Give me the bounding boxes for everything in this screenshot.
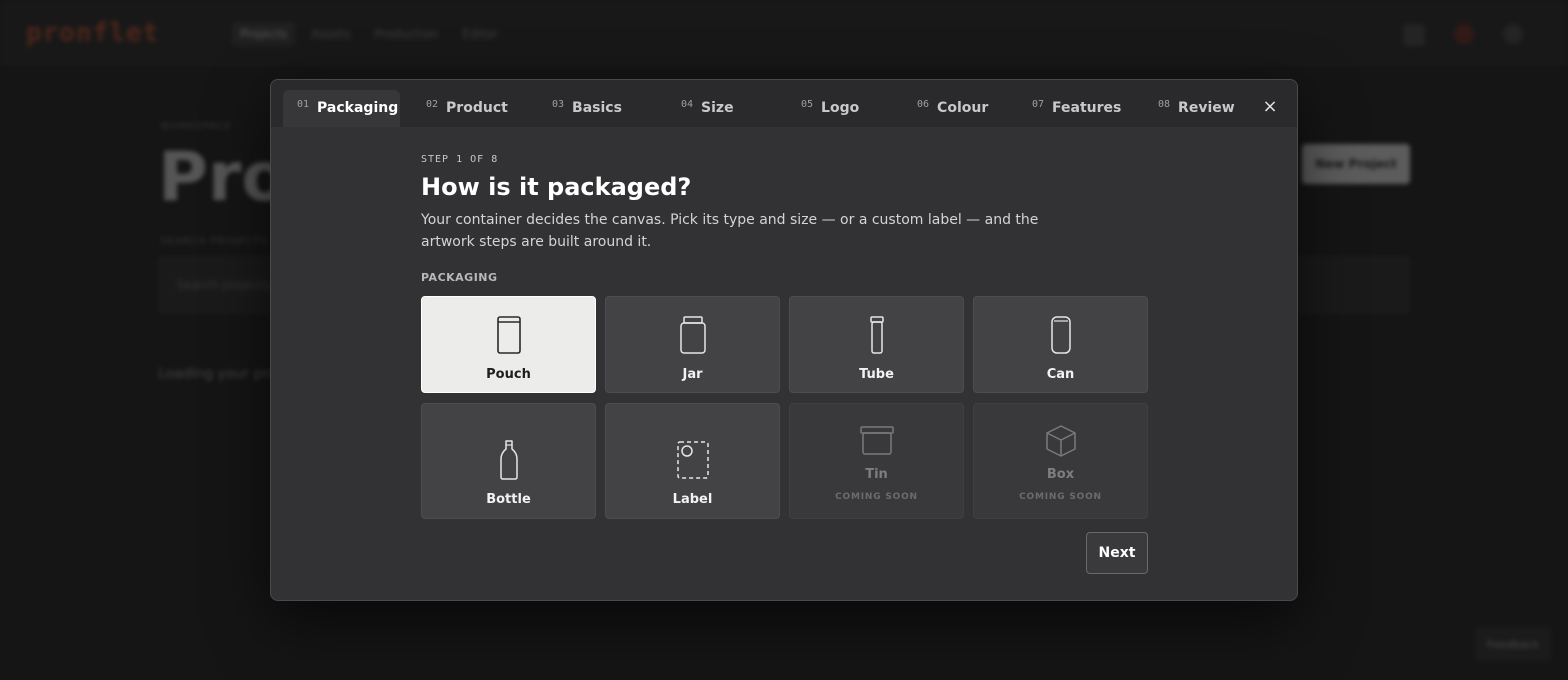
option-can[interactable]: Can [973, 296, 1148, 393]
step-description: Your container decides the canvas. Pick … [421, 212, 1039, 250]
option-box: Box COMING SOON [973, 403, 1148, 519]
option-label[interactable]: Label [605, 403, 780, 519]
option-label: Box [1046, 467, 1075, 482]
option-label: Tin [865, 467, 888, 482]
option-pouch[interactable]: Pouch [421, 296, 596, 393]
tab-label: Features [1052, 100, 1122, 116]
tab-number: 05 [801, 99, 814, 110]
tab-label: Colour [937, 100, 989, 116]
tab-number: 06 [917, 99, 930, 110]
can-icon [1050, 316, 1071, 354]
tab-colour[interactable]: 06 Colour [917, 90, 988, 127]
packaging-wizard-modal: 01 Packaging 02 Product 03 Basics 04 Siz… [270, 79, 1298, 601]
tab-number: 02 [426, 99, 439, 110]
label-icon [676, 441, 709, 479]
tab-number: 03 [552, 99, 565, 110]
tab-label: Packaging [317, 100, 399, 116]
coming-soon-badge: COMING SOON [835, 492, 918, 502]
tab-number: 01 [297, 99, 310, 110]
option-label-text: Label [672, 492, 713, 507]
tab-product[interactable]: 02 Product [426, 90, 508, 127]
option-bottle[interactable]: Bottle [421, 403, 596, 519]
wizard-tabs: 01 Packaging 02 Product 03 Basics 04 Siz… [271, 80, 1297, 127]
tab-label: Review [1178, 100, 1235, 116]
step-indicator: STEP 1 OF 8 [421, 154, 499, 165]
tab-features[interactable]: 07 Features [1032, 90, 1121, 127]
next-button[interactable]: Next [1086, 532, 1148, 574]
tab-label: Basics [572, 100, 622, 116]
step-heading: How is it packaged? [421, 173, 692, 201]
packaging-section-label: PACKAGING [421, 271, 498, 284]
option-label: Can [1046, 367, 1075, 382]
tab-label: Product [446, 100, 508, 116]
option-label: Bottle [486, 492, 531, 507]
tab-number: 04 [681, 99, 694, 110]
coming-soon-badge: COMING SOON [1019, 492, 1102, 502]
tab-review[interactable]: 08 Review [1158, 90, 1235, 127]
option-label: Jar [682, 367, 703, 382]
tab-label: Logo [821, 100, 860, 116]
option-jar[interactable]: Jar [605, 296, 780, 393]
tab-basics[interactable]: 03 Basics [552, 90, 622, 127]
tab-size[interactable]: 04 Size [681, 90, 734, 127]
tab-number: 07 [1032, 99, 1045, 110]
pouch-icon [496, 316, 521, 354]
close-icon[interactable]: × [1259, 96, 1281, 118]
box-icon [1045, 425, 1076, 457]
option-tube[interactable]: Tube [789, 296, 964, 393]
option-label: Pouch [486, 367, 531, 382]
jar-icon [679, 316, 706, 354]
tab-number: 08 [1158, 99, 1171, 110]
tab-packaging[interactable]: 01 Packaging [283, 90, 400, 127]
bottle-icon [499, 440, 518, 480]
tab-label: Size [701, 100, 734, 116]
tube-icon [869, 316, 884, 354]
tin-icon [859, 426, 894, 455]
option-tin: Tin COMING SOON [789, 403, 964, 519]
tab-logo[interactable]: 05 Logo [801, 90, 859, 127]
option-label: Tube [859, 367, 894, 382]
